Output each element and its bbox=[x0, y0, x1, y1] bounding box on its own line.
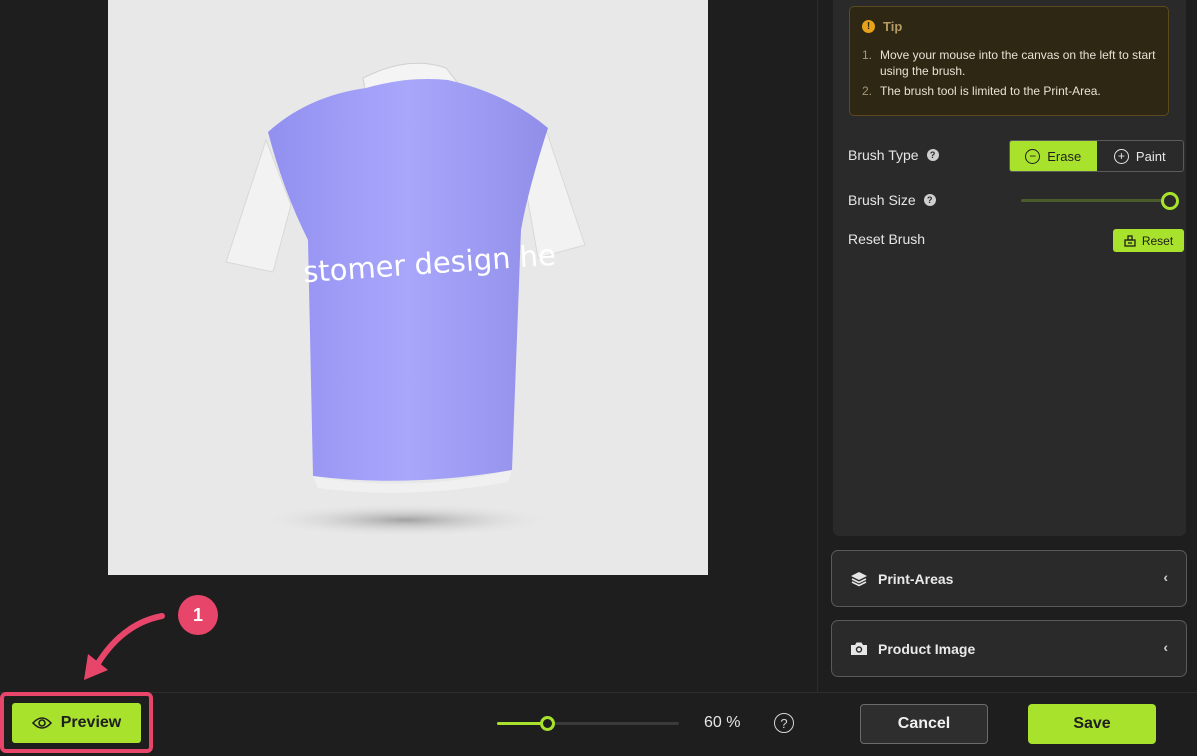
paint-option[interactable]: + Paint bbox=[1097, 141, 1184, 171]
brush-size-row: Brush Size ? bbox=[848, 192, 936, 208]
warning-icon: ! bbox=[862, 20, 875, 33]
erase-label: Erase bbox=[1047, 148, 1082, 164]
brush-type-label: Brush Type bbox=[848, 147, 919, 163]
layers-icon bbox=[851, 571, 867, 586]
plus-circle-icon: + bbox=[1113, 148, 1129, 164]
eraser-icon bbox=[1124, 234, 1136, 247]
tip-item: 2. The brush tool is limited to the Print… bbox=[862, 84, 1101, 98]
step-badge: 1 bbox=[178, 595, 218, 635]
preview-label: Preview bbox=[60, 714, 122, 731]
zoom-value: 60 % bbox=[704, 714, 741, 731]
product-image-title: Product Image bbox=[878, 640, 976, 657]
help-icon[interactable]: ? bbox=[923, 194, 936, 206]
question-icon[interactable]: ? bbox=[774, 713, 794, 733]
canvas-stage[interactable]: stomer design he 1 bbox=[0, 0, 817, 692]
reset-brush-row: Reset Brush bbox=[848, 231, 925, 247]
tip-title: Tip bbox=[883, 19, 903, 34]
reset-brush-button[interactable]: Reset bbox=[1113, 229, 1184, 252]
product-mockup-image: stomer design he bbox=[225, 62, 586, 537]
product-image-accordion[interactable]: Product Image ‹ bbox=[831, 620, 1187, 677]
brush-type-row: Brush Type ? bbox=[848, 147, 939, 163]
annotation-arrow-icon bbox=[84, 613, 165, 680]
reset-brush-label: Reset Brush bbox=[848, 231, 926, 247]
minus-circle-icon: − bbox=[1025, 148, 1041, 164]
save-button[interactable]: Save bbox=[1028, 704, 1156, 744]
product-canvas[interactable]: stomer design he bbox=[108, 0, 708, 575]
eye-icon bbox=[31, 717, 52, 729]
brush-panel: ! Tip 1. Move your mouse into the canvas … bbox=[833, 0, 1186, 536]
camera-icon bbox=[851, 642, 867, 655]
reset-button-label: Reset bbox=[1141, 233, 1174, 248]
preview-button[interactable]: Preview bbox=[12, 703, 141, 743]
print-areas-accordion[interactable]: Print-Areas ‹ bbox=[831, 550, 1187, 607]
tip-box: ! Tip 1. Move your mouse into the canvas … bbox=[849, 6, 1169, 116]
brush-size-slider-handle[interactable] bbox=[1161, 192, 1179, 210]
print-areas-title: Print-Areas bbox=[878, 570, 954, 587]
erase-option[interactable]: − Erase bbox=[1010, 141, 1097, 171]
chevron-left-icon: ‹ bbox=[1163, 639, 1168, 655]
brush-size-label: Brush Size bbox=[848, 192, 916, 208]
sidebar: ! Tip 1. Move your mouse into the canvas … bbox=[817, 0, 1197, 692]
brush-size-slider[interactable] bbox=[1021, 199, 1171, 202]
tip-list: 1. Move your mouse into the canvas on the… bbox=[862, 47, 1162, 103]
cancel-button[interactable]: Cancel bbox=[860, 704, 988, 744]
chevron-left-icon: ‹ bbox=[1163, 569, 1168, 585]
brush-type-toggle[interactable]: − Erase + Paint bbox=[1009, 140, 1184, 172]
paint-label: Paint bbox=[1135, 148, 1166, 164]
tip-item: 1. Move your mouse into the canvas on the… bbox=[862, 48, 1156, 78]
zoom-slider-handle[interactable] bbox=[540, 716, 555, 731]
help-icon[interactable]: ? bbox=[926, 149, 939, 161]
